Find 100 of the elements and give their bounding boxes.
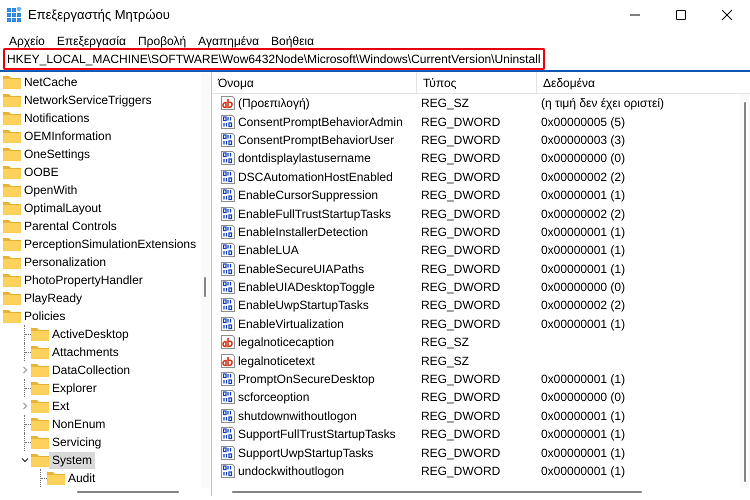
window-title: Επεξεργαστής Μητρώου <box>28 6 170 24</box>
menu-item[interactable]: Επεξεργασία <box>50 30 132 48</box>
table-cell-text: REG_DWORD <box>420 371 502 388</box>
value-name[interactable]: legalnoticecaption <box>238 333 334 352</box>
value-name[interactable]: SupportUwpStartupTasks <box>238 444 374 462</box>
folder-icon <box>31 417 49 431</box>
folder-icon <box>31 345 49 359</box>
tree-item[interactable]: PerceptionSimulationExtensions <box>21 236 200 252</box>
column-header[interactable]: Όνομα <box>212 72 417 93</box>
column-header[interactable]: Τύπος <box>417 72 537 93</box>
table-cell: 0x00000001 (1) <box>541 188 626 202</box>
tree-item[interactable]: OEMInformation <box>21 128 114 144</box>
tree-item[interactable]: PlayReady <box>21 290 86 306</box>
value-name[interactable]: ConsentPromptBehaviorAdmin <box>238 112 403 131</box>
table-cell-text: REG_DWORD <box>420 297 502 314</box>
tree-item[interactable]: NetworkServiceTriggers <box>21 92 155 108</box>
value-name[interactable]: shutdownwithoutlogon <box>238 406 357 425</box>
folder-icon <box>3 129 21 143</box>
value-name[interactable]: EnableUIADesktopToggle <box>238 278 375 296</box>
table-cell: (η τιμή δεν έχει οριστεί) <box>541 96 664 110</box>
binary-value-icon <box>220 279 236 296</box>
tree-item[interactable]: Parental Controls <box>21 218 120 234</box>
address-field[interactable]: HKEY_LOCAL_MACHINE\SOFTWARE\Wow6432Node\Microsoft\Windows\CurrentVersion\Uninstall <box>3 48 545 70</box>
tree-item[interactable]: Servicing <box>49 434 104 450</box>
binary-value-icon <box>220 132 236 148</box>
table-cell: 0x00000001 (1) <box>541 446 626 460</box>
value-name[interactable]: EnableCursorSuppression <box>238 186 378 204</box>
value-name[interactable]: undockwithoutlogon <box>238 462 344 480</box>
binary-value-icon <box>220 242 236 258</box>
table-cell-text: REG_SZ <box>420 334 470 352</box>
folder-icon <box>31 327 49 341</box>
value-name[interactable]: legalnoticetext <box>238 352 315 370</box>
tree-item[interactable]: Policies <box>21 308 68 324</box>
table-cell-text: REG_DWORD <box>420 389 502 406</box>
folder-icon <box>47 471 65 485</box>
value-name[interactable]: EnableVirtualization <box>238 314 344 333</box>
value-name[interactable]: EnableLUA <box>238 241 299 260</box>
table-cell: 0x00000001 (1) <box>541 243 626 258</box>
value-name[interactable]: EnableInstallerDetection <box>238 222 368 241</box>
vertical-scrollbar[interactable] <box>201 72 211 488</box>
value-name[interactable]: (Προεπιλογή) <box>238 94 310 112</box>
binary-value-icon <box>220 316 236 332</box>
value-name[interactable]: EnableUwpStartupTasks <box>238 296 369 314</box>
folder-icon <box>31 435 49 449</box>
tree-item[interactable]: Explorer <box>49 380 100 396</box>
close-icon <box>721 9 733 21</box>
tree-item[interactable]: OneSettings <box>21 146 94 162</box>
tree-item[interactable]: OOBE <box>21 164 62 180</box>
binary-value-icon <box>220 297 236 314</box>
value-name[interactable]: PromptOnSecureDesktop <box>238 370 375 388</box>
binary-value-icon <box>220 389 236 406</box>
menu-item[interactable]: Αρχείο <box>3 30 51 48</box>
tree-item[interactable]: NetCache <box>21 74 80 90</box>
tree-item[interactable]: DataCollection <box>49 362 134 378</box>
menu-item[interactable]: Αγαπημένα <box>192 30 266 48</box>
value-name[interactable]: ConsentPromptBehaviorUser <box>238 130 394 149</box>
menu-item[interactable]: Βοήθεια <box>265 30 320 48</box>
menu-item[interactable]: Προβολή <box>132 30 192 48</box>
tree-item[interactable]: Ext <box>49 398 72 414</box>
table-cell: 0x00000002 (2) <box>541 206 626 221</box>
chevron-icon[interactable] <box>21 456 29 464</box>
value-name[interactable]: EnableFullTrustStartupTasks <box>238 204 391 223</box>
table-cell: 0x00000001 (1) <box>541 316 626 331</box>
binary-value-icon <box>220 224 236 240</box>
tree-item[interactable]: OptimalLayout <box>21 200 104 216</box>
table-cell-text: REG_DWORD <box>420 408 502 425</box>
value-name[interactable]: SupportFullTrustStartupTasks <box>238 425 396 444</box>
value-name[interactable]: EnableSecureUIAPaths <box>238 260 364 278</box>
folder-icon <box>3 273 21 287</box>
table-cell: 0x00000001 (1) <box>541 427 626 442</box>
folder-icon <box>3 111 21 125</box>
binary-value-icon <box>220 444 236 461</box>
table-cell-text: REG_DWORD <box>420 114 502 131</box>
binary-value-icon <box>220 187 236 204</box>
table-cell: 0x00000001 (1) <box>541 408 626 423</box>
vertical-scrollbar[interactable] <box>740 94 750 488</box>
value-name[interactable]: DSCAutomationHostEnabled <box>238 168 393 186</box>
folder-icon <box>31 363 49 377</box>
table-cell: 0x00000005 (5) <box>541 114 626 129</box>
binary-value-icon <box>220 168 236 185</box>
maximize-icon <box>675 9 687 21</box>
folder-icon <box>3 75 21 89</box>
table-cell-text: REG_DWORD <box>420 224 502 241</box>
tree-item[interactable]: Personalization <box>21 254 110 270</box>
table-cell-text: REG_SZ <box>420 95 470 112</box>
folder-icon <box>3 165 21 179</box>
tree-item[interactable]: System <box>49 452 96 468</box>
tree-item[interactable]: NonEnum <box>49 416 108 432</box>
folder-icon <box>3 183 21 197</box>
tree-item[interactable]: PhotoPropertyHandler <box>21 272 146 288</box>
tree-item[interactable]: OpenWith <box>21 182 80 198</box>
value-name[interactable]: dontdisplaylastusername <box>238 149 371 168</box>
column-header[interactable]: Δεδομένα <box>537 72 750 93</box>
string-value-icon <box>220 334 236 350</box>
tree-item[interactable]: Audit <box>65 470 98 486</box>
tree-item[interactable]: Attachments <box>49 344 122 360</box>
tree-item[interactable]: Notifications <box>21 110 92 126</box>
value-name[interactable]: scforceoption <box>238 388 310 406</box>
tree-item[interactable]: ActiveDesktop <box>49 326 132 342</box>
folder-icon <box>3 237 21 251</box>
